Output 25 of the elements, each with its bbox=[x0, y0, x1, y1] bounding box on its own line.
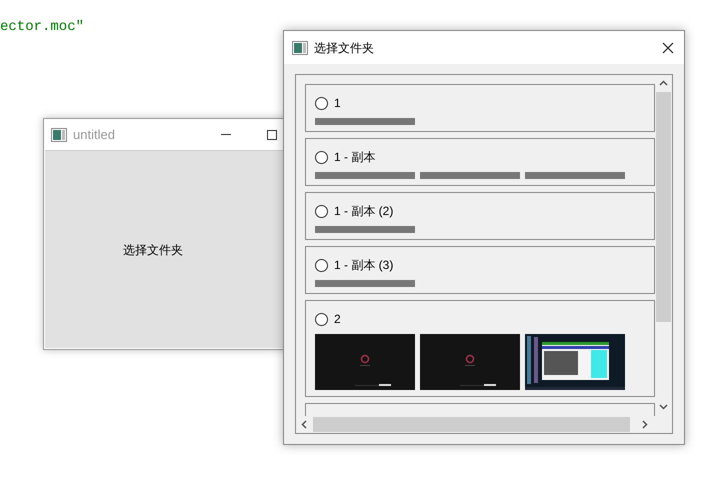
close-icon[interactable] bbox=[662, 42, 674, 54]
minimize-icon[interactable] bbox=[221, 134, 231, 136]
folder-name: 1 - 副本 bbox=[334, 149, 376, 166]
folder-name: 1 - 副本 (2) bbox=[334, 203, 394, 220]
app-icon bbox=[51, 128, 67, 142]
dialog-title: 选择文件夹 bbox=[314, 40, 374, 56]
maximize-icon[interactable] bbox=[267, 130, 277, 140]
radio-button[interactable] bbox=[315, 150, 328, 164]
folder-name: 1 bbox=[334, 95, 341, 112]
scrollbar-thumb[interactable] bbox=[656, 92, 671, 322]
code-text: ector.moc" bbox=[0, 18, 84, 37]
scrollbar-thumb[interactable] bbox=[313, 417, 630, 432]
folder-name: 2 bbox=[334, 311, 341, 328]
folder-name: 1 - 副本 (3) bbox=[334, 257, 394, 274]
window-title: untitled bbox=[73, 126, 115, 144]
choose-folder-button[interactable]: 选择文件夹 bbox=[123, 240, 223, 258]
radio-button[interactable] bbox=[315, 204, 328, 218]
app-icon bbox=[292, 40, 308, 54]
scroll-left-icon[interactable] bbox=[301, 420, 307, 429]
scroll-down-icon[interactable] bbox=[659, 404, 668, 410]
radio-button[interactable] bbox=[315, 96, 328, 110]
scroll-up-icon[interactable] bbox=[659, 80, 668, 86]
radio-button[interactable] bbox=[315, 258, 328, 272]
radio-button[interactable] bbox=[315, 312, 328, 326]
scroll-right-icon[interactable] bbox=[642, 420, 648, 429]
